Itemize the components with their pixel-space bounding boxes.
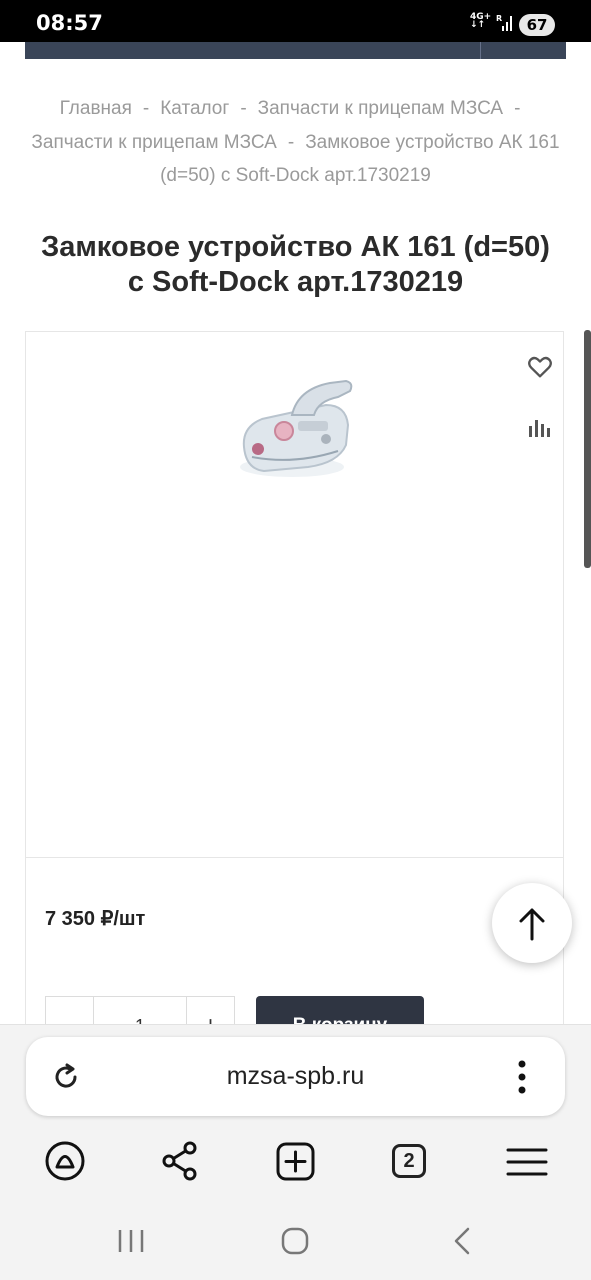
status-time: 08:57 <box>36 11 103 35</box>
breadcrumb-separator: - <box>287 131 295 153</box>
signal-icon: R <box>496 14 512 31</box>
header-divider <box>480 42 481 59</box>
page-title: Замковое устройство АК 161 (d=50) с Soft… <box>41 231 550 298</box>
back-icon[interactable] <box>448 1226 478 1256</box>
hamburger-menu-icon[interactable] <box>506 1140 548 1182</box>
url-text: mzsa-spb.ru <box>226 1062 365 1090</box>
network-type-icon: 4G+ ↓↑ <box>470 12 492 30</box>
breadcrumb-subcategory[interactable]: Запчасти к прицепам МЗСА <box>31 132 276 153</box>
status-bar: 08:57 4G+ ↓↑ R 67 <box>0 0 591 42</box>
breadcrumb-catalog[interactable]: Каталог <box>160 98 229 119</box>
card-divider <box>25 857 564 858</box>
breadcrumb-separator: - <box>514 98 521 119</box>
home-icon[interactable] <box>280 1226 310 1256</box>
signal-roaming-label: R <box>496 14 502 23</box>
scroll-to-top-button[interactable] <box>492 883 572 963</box>
recent-apps-icon[interactable] <box>116 1226 146 1256</box>
battery-indicator: 67 <box>519 14 555 36</box>
tabs-counter-button[interactable]: 2 <box>392 1144 426 1178</box>
add-tab-icon[interactable] <box>275 1140 317 1182</box>
product-price: 7 350 ₽/шт <box>45 908 146 930</box>
breadcrumb: Главная - Каталог - Запчасти к прицепам МЗСА… <box>30 92 561 193</box>
breadcrumb-separator: - <box>240 98 247 119</box>
breadcrumb-home[interactable]: Главная <box>60 98 132 119</box>
site-header-bar <box>25 42 566 59</box>
page-scrollbar[interactable] <box>584 330 591 568</box>
product-image[interactable] <box>234 375 358 485</box>
address-bar[interactable]: mzsa-spb.ru <box>26 1037 565 1116</box>
heart-icon[interactable] <box>526 353 554 381</box>
arrow-up-icon <box>519 908 545 941</box>
alice-home-icon[interactable] <box>44 1140 86 1182</box>
bar-chart-icon[interactable] <box>526 414 554 442</box>
share-icon[interactable] <box>160 1140 200 1182</box>
breadcrumb-separator: - <box>142 98 150 119</box>
breadcrumb-category[interactable]: Запчасти к прицепам МЗСА <box>258 98 503 119</box>
more-vertical-icon[interactable] <box>516 1059 528 1095</box>
